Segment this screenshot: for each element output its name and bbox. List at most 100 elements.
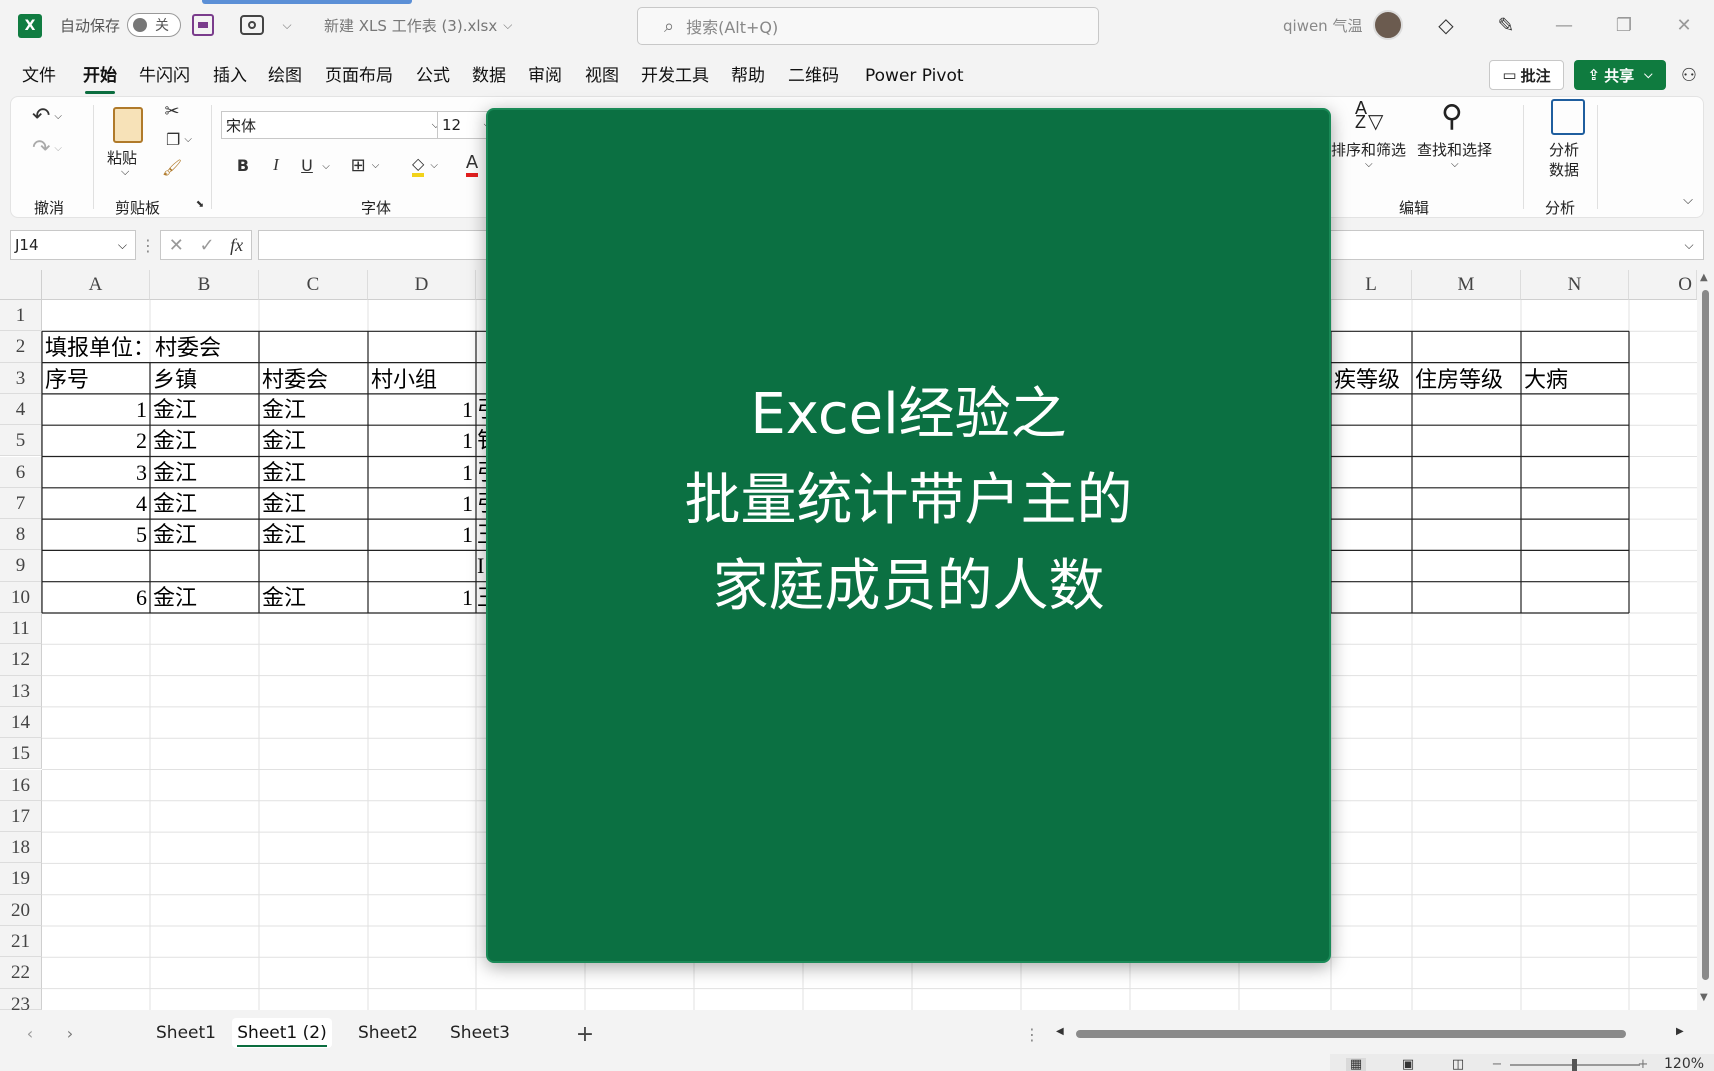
search-box[interactable]: ⌕ 搜索(Alt+Q) — [637, 7, 1099, 45]
cell-a10[interactable]: 6 — [42, 582, 150, 613]
tab-file[interactable]: 文件 — [22, 62, 56, 90]
font-color-icon[interactable]: A — [457, 151, 487, 179]
underline-button[interactable]: U — [295, 153, 319, 177]
normal-view-icon[interactable]: ▦ — [1346, 1057, 1366, 1071]
cell-c4[interactable]: 金江 — [259, 394, 368, 425]
page-break-view-icon[interactable]: ◫ — [1448, 1057, 1468, 1071]
feedback-icon[interactable]: ⚇ — [1676, 62, 1702, 88]
tab-qrcode[interactable]: 二维码 — [788, 62, 839, 90]
share-button[interactable]: ⇪ 共享 ⌵ — [1574, 60, 1666, 90]
restore-icon[interactable]: ❐ — [1596, 0, 1652, 50]
cell-d8[interactable]: 1 — [368, 519, 476, 550]
sheet-tab-1[interactable]: Sheet1 — [140, 1018, 232, 1048]
cell-c8[interactable]: 金江 — [259, 519, 368, 550]
comment-button[interactable]: ▭ 批注 — [1489, 60, 1564, 90]
cell-b8[interactable]: 金江 — [150, 519, 259, 550]
cell-a5[interactable]: 2 — [42, 425, 150, 456]
pen-icon[interactable]: ✎ — [1494, 13, 1518, 37]
cell-d3[interactable]: 村小组 — [368, 364, 476, 395]
cell-d5[interactable]: 1 — [368, 425, 476, 456]
cell-b6[interactable]: 金江 — [150, 457, 259, 488]
save-icon[interactable] — [192, 14, 214, 36]
cell-a7[interactable]: 4 — [42, 488, 150, 519]
sheet-tab-4[interactable]: Sheet3 — [434, 1018, 526, 1048]
prev-sheet-icon[interactable]: ‹ — [20, 1022, 40, 1044]
fill-color-icon[interactable]: ◇ ⌵ — [403, 151, 447, 179]
paste-button[interactable]: 粘贴 ⌵ — [103, 103, 153, 183]
borders-icon[interactable]: ⊞ ⌵ — [345, 153, 385, 177]
autosave-toggle[interactable]: 关 — [127, 13, 181, 37]
cell-d10[interactable]: 1 — [368, 582, 476, 613]
cell-l3[interactable]: 疾等级 — [1331, 364, 1412, 395]
sheet-tab-2[interactable]: Sheet1 (2) — [232, 1018, 332, 1048]
camera-icon[interactable] — [240, 15, 264, 35]
font-name-select[interactable]: 宋体 ⌵ — [221, 111, 445, 139]
cell-b5[interactable]: 金江 — [150, 425, 259, 456]
cell-c3[interactable]: 村委会 — [259, 364, 368, 395]
chevron-down-icon[interactable]: ⌵ — [1680, 236, 1698, 254]
zoom-level[interactable]: 120% — [1664, 1056, 1704, 1071]
zoom-out-icon[interactable]: − — [1490, 1057, 1504, 1071]
file-name[interactable]: 新建 XLS 工作表 (3).xlsx ⌵ — [324, 0, 512, 50]
dialog-launcher-icon[interactable]: ⬊ — [193, 197, 207, 211]
user-name[interactable]: qiwen 气温 — [1283, 0, 1362, 50]
cell-c10[interactable]: 金江 — [259, 582, 368, 613]
close-icon[interactable]: ✕ — [1656, 0, 1712, 50]
avatar[interactable] — [1373, 10, 1403, 40]
cut-icon[interactable]: ✂ — [159, 99, 185, 123]
cell-m3[interactable]: 住房等级 — [1412, 364, 1521, 395]
chevron-down-icon[interactable]: ⌵ — [319, 157, 333, 175]
tab-view[interactable]: 视图 — [585, 62, 619, 90]
tab-power-pivot[interactable]: Power Pivot — [865, 62, 964, 90]
zoom-in-icon[interactable]: + — [1636, 1057, 1650, 1071]
tab-help[interactable]: 帮助 — [731, 62, 765, 90]
minimize-icon[interactable]: — — [1536, 0, 1592, 50]
horizontal-scrollbar[interactable]: ◀ ▶ — [1056, 1024, 1686, 1044]
find-select-button[interactable]: ⚲ 查找和选择 ⌵ — [1417, 99, 1497, 179]
cell-a2[interactable]: 填报单位：村委会 — [42, 332, 362, 363]
format-painter-icon[interactable]: 🖌 — [159, 155, 185, 179]
undo-icon[interactable]: ↶ ⌵ — [27, 101, 67, 131]
cell-b7[interactable]: 金江 — [150, 488, 259, 519]
cancel-icon[interactable]: ✕ — [169, 235, 184, 256]
tab-niushanshan[interactable]: 牛闪闪 — [139, 62, 190, 90]
tab-review[interactable]: 审阅 — [528, 62, 562, 90]
customize-toolbar-icon[interactable]: ⌵ — [278, 16, 296, 34]
cell-a8[interactable]: 5 — [42, 519, 150, 550]
cell-a4[interactable]: 1 — [42, 394, 150, 425]
bold-button[interactable]: B — [231, 153, 255, 177]
zoom-slider[interactable] — [1510, 1059, 1640, 1071]
tab-formulas[interactable]: 公式 — [416, 62, 450, 90]
tab-data[interactable]: 数据 — [472, 62, 506, 90]
sort-filter-button[interactable]: A Z ▽ 排序和筛选 ⌵ — [1331, 99, 1411, 179]
check-icon[interactable]: ✓ — [199, 235, 214, 256]
add-sheet-icon[interactable]: + — [572, 1022, 598, 1047]
vertical-scrollbar[interactable]: ▲ ▼ — [1697, 270, 1714, 1010]
cell-a3[interactable]: 序号 — [42, 364, 150, 395]
cell-a6[interactable]: 3 — [42, 457, 150, 488]
tab-page-layout[interactable]: 页面布局 — [325, 62, 393, 90]
copy-icon[interactable]: ❐ ⌵ — [159, 127, 199, 151]
cell-d7[interactable]: 1 — [368, 488, 476, 519]
tab-draw[interactable]: 绘图 — [268, 62, 302, 90]
redo-icon[interactable]: ↷ ⌵ — [27, 133, 67, 163]
page-layout-view-icon[interactable]: ▣ — [1398, 1057, 1418, 1071]
cell-b4[interactable]: 金江 — [150, 394, 259, 425]
cell-d6[interactable]: 1 — [368, 457, 476, 488]
cell-n3[interactable]: 大病 — [1521, 364, 1629, 395]
cell-c7[interactable]: 金江 — [259, 488, 368, 519]
name-box[interactable]: J14 ⌵ — [10, 230, 136, 260]
cell-b3[interactable]: 乡镇 — [150, 364, 259, 395]
analyze-data-button[interactable]: 分析 数据 — [1535, 97, 1591, 179]
tab-home[interactable]: 开始 — [83, 62, 117, 94]
sheet-tab-3[interactable]: Sheet2 — [342, 1018, 434, 1048]
collapse-ribbon-icon[interactable]: ⌵ — [1679, 191, 1697, 209]
diamond-icon[interactable]: ◇ — [1434, 13, 1458, 37]
next-sheet-icon[interactable]: › — [60, 1022, 80, 1044]
fx-label[interactable]: fx — [230, 235, 243, 256]
cell-b10[interactable]: 金江 — [150, 582, 259, 613]
cell-c6[interactable]: 金江 — [259, 457, 368, 488]
cell-c5[interactable]: 金江 — [259, 425, 368, 456]
tab-developer[interactable]: 开发工具 — [641, 62, 709, 90]
cell-d4[interactable]: 1 — [368, 394, 476, 425]
